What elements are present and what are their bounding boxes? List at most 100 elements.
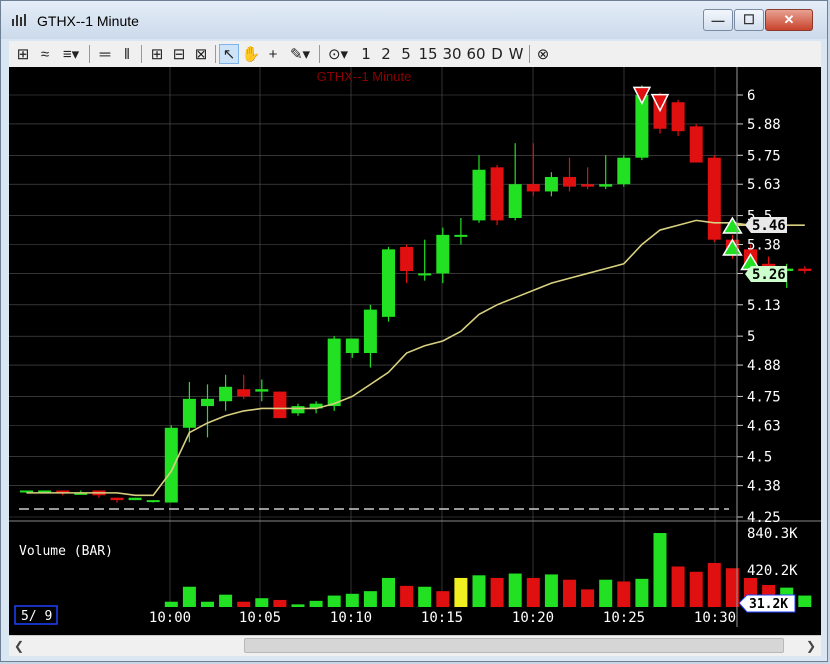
volume-bar [363, 591, 377, 607]
volume-bar [327, 595, 341, 607]
candle-body [526, 184, 540, 192]
candle [255, 379, 269, 402]
volume-bar [273, 599, 287, 607]
zoom-fit-icon[interactable]: ⊠ [191, 44, 211, 64]
candlestick-chart[interactable]: GTHX--1 Minute 65.885.755.635.55.385.265… [9, 67, 821, 635]
timeframe-15[interactable]: 15 [417, 44, 439, 64]
volume-bar [563, 579, 576, 607]
timeframe-30[interactable]: 30 [441, 44, 463, 64]
candle [219, 374, 233, 411]
volume-bar [219, 594, 233, 607]
candle [544, 172, 558, 197]
title-bar[interactable]: GTHX--1 Minute — ☐ ✕ [1, 1, 827, 39]
chart-area[interactable]: GTHX--1 Minute 65.885.755.635.55.385.265… [9, 67, 821, 635]
candle-body [563, 176, 576, 187]
chart-toolbar: ⊞ ≈ ≡▾ ═ ‖ ⊞ ⊟ ⊠ ↖ ✋ + ✎▾ ⊙▾ 1 2 5 15 30… [9, 41, 821, 68]
maximize-button[interactable]: ☐ [734, 9, 764, 31]
candle [563, 157, 576, 192]
x-tick-label: 10:15 [421, 610, 463, 626]
volume-bar [400, 585, 414, 607]
candle [345, 338, 359, 358]
volume-bar [382, 577, 395, 607]
candle [526, 143, 540, 197]
candle-body [345, 338, 359, 354]
pan-hand-icon[interactable]: ✋ [241, 44, 261, 64]
volume-bar [309, 600, 323, 607]
scroll-right-icon[interactable]: ❯ [801, 636, 821, 656]
volume-bar [526, 577, 540, 607]
scroll-left-icon[interactable]: ❮ [9, 636, 29, 656]
candle-body [128, 497, 142, 501]
volume-bar [418, 586, 432, 607]
x-tick-label: 10:10 [330, 610, 372, 626]
zoom-in-icon[interactable]: ⊞ [147, 44, 167, 64]
y-tick-label: 4.25 [747, 510, 781, 526]
vertical-line-icon[interactable]: ‖ [117, 44, 137, 64]
crosshair-icon[interactable]: + [263, 44, 283, 64]
volume-bar [671, 566, 685, 607]
toolbar-separator [529, 45, 530, 63]
timeframe-2[interactable]: 2 [379, 44, 393, 64]
y-tick-label: 6 [747, 88, 755, 104]
volume-tick-label: 420.2K [747, 563, 798, 579]
pointer-tool-icon[interactable]: ↖ [219, 44, 239, 64]
candle-body [544, 176, 558, 192]
cancel-icon[interactable]: ⊗ [533, 44, 553, 64]
bar-chart-style-icon[interactable]: ⊞ [13, 44, 33, 64]
candle-body [255, 389, 269, 392]
volume-bar [653, 533, 667, 607]
candle [382, 246, 395, 322]
toolbar-separator [89, 45, 90, 63]
candle-body [382, 249, 395, 317]
candle-body [671, 102, 685, 132]
volume-pane-label: Volume (BAR) [19, 544, 113, 559]
chart-app-icon [12, 14, 26, 26]
chart-window: GTHX--1 Minute — ☐ ✕ ⊞ ≈ ≡▾ ═ ‖ ⊞ ⊟ ⊠ ↖ … [0, 0, 828, 662]
horizontal-scrollbar[interactable]: ❮ ❯ [9, 635, 821, 656]
candle [418, 239, 432, 281]
timeframe-weekly[interactable]: W [507, 44, 525, 64]
volume-bar [490, 577, 504, 607]
volume-bar [201, 601, 214, 607]
toolbar-separator [215, 45, 216, 63]
timeframe-1[interactable]: 1 [359, 44, 373, 64]
close-icon: ✕ [783, 12, 795, 27]
line-chart-style-icon[interactable]: ≈ [35, 44, 55, 64]
volume-bar [345, 593, 359, 607]
candle [436, 227, 450, 284]
candle-body [291, 406, 305, 414]
candle-body [472, 169, 486, 221]
volume-tick-label: 840.3K [747, 526, 798, 542]
minimize-icon: — [711, 12, 725, 28]
minimize-button[interactable]: — [703, 9, 733, 31]
candle [798, 266, 812, 274]
candle-body [599, 184, 613, 187]
zoom-out-icon[interactable]: ⊟ [169, 44, 189, 64]
volume-badge-text: 31.2K [749, 597, 788, 612]
timeframe-60[interactable]: 60 [465, 44, 487, 64]
timeframe-5[interactable]: 5 [399, 44, 413, 64]
y-tick-label: 5.63 [747, 177, 781, 193]
volume-bar [798, 595, 812, 607]
candle-body [182, 398, 196, 428]
candle [689, 123, 703, 163]
refresh-interval-dropdown-icon[interactable]: ⊙▾ [323, 44, 353, 64]
indicators-dropdown-icon[interactable]: ≡▾ [57, 44, 85, 64]
candle-body [617, 157, 631, 185]
candle [617, 155, 631, 187]
draw-pen-dropdown-icon[interactable]: ✎▾ [285, 44, 315, 64]
y-tick-label: 5.13 [747, 298, 781, 314]
volume-bar [436, 591, 450, 607]
close-button[interactable]: ✕ [765, 9, 813, 31]
x-tick-label: 10:05 [239, 610, 281, 626]
volume-bar [707, 562, 721, 607]
candle [128, 497, 142, 501]
timeframe-daily[interactable]: D [489, 44, 505, 64]
x-tick-label: 10:00 [149, 610, 191, 626]
y-tick-label: 4.88 [747, 358, 781, 374]
candle [201, 384, 214, 438]
scrollbar-thumb[interactable] [244, 638, 784, 653]
candle-body [490, 167, 504, 221]
volume-bar [689, 571, 703, 607]
horizontal-line-icon[interactable]: ═ [95, 44, 115, 64]
